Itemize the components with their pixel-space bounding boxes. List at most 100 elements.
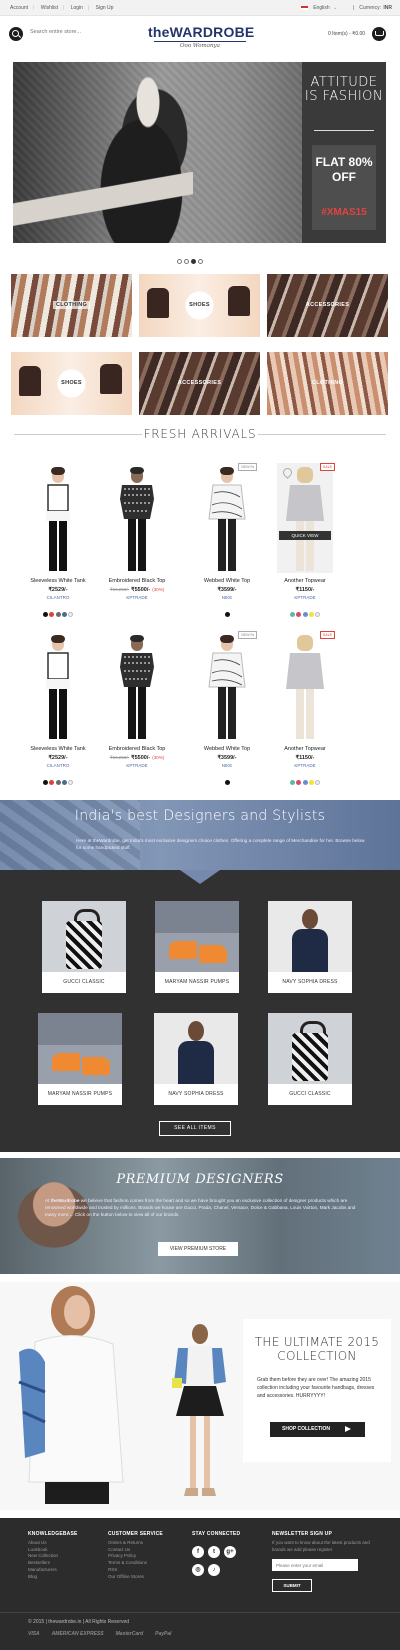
hero-banner[interactable]: ATTITUDE IS FASHION FLAT 80% OFF #XMAS15 <box>13 62 386 243</box>
product-brand[interactable]: KPTRADE <box>275 595 335 600</box>
designer-card[interactable]: NAVY SOPHIA DRESS <box>154 1013 238 1105</box>
rss-icon[interactable]: ♪ <box>208 1564 220 1576</box>
google-plus-icon[interactable]: g+ <box>224 1546 236 1558</box>
product-card[interactable]: NEW IN Webbed White Top ₹3599/- NIKE <box>197 463 257 617</box>
product-image[interactable] <box>30 631 86 741</box>
product-brand[interactable]: NIKE <box>197 595 257 600</box>
login-link[interactable]: Login <box>71 5 83 11</box>
currency-select[interactable]: INR <box>383 5 392 11</box>
category-tile-accessories[interactable]: ACCESSORIES <box>267 274 388 337</box>
search-icon[interactable] <box>9 27 23 41</box>
product-name[interactable]: Another Topwear <box>275 578 335 584</box>
designer-card[interactable]: NAVY SOPHIA DRESS <box>268 901 352 993</box>
account-link[interactable]: Account <box>10 5 28 11</box>
product-brand[interactable]: NIKE <box>197 763 257 768</box>
product-image[interactable]: NEW IN <box>199 631 257 741</box>
color-swatch[interactable] <box>43 612 49 617</box>
product-card[interactable]: SALE QUICK VIEW Another Topwear ₹1150/- KPTR… <box>275 463 335 617</box>
footer-link[interactable]: Manufacturers <box>28 1567 78 1574</box>
designer-card-label[interactable]: NAVY SOPHIA DRESS <box>268 972 352 993</box>
color-swatch[interactable] <box>308 780 314 785</box>
product-card[interactable]: Embroidered Black Top ₹16,258/- ₹5500/- (30… <box>107 631 167 778</box>
product-name[interactable]: Webbed White Top <box>197 746 257 752</box>
designer-card-image[interactable] <box>155 901 239 972</box>
product-image[interactable] <box>109 631 165 741</box>
color-swatch[interactable] <box>49 780 55 785</box>
footer-link[interactable]: Privacy Policy <box>108 1553 163 1560</box>
newsletter-email-input[interactable] <box>272 1559 358 1572</box>
product-image[interactable]: NEW IN <box>199 463 257 573</box>
product-brand[interactable]: KPTRADE <box>275 763 335 768</box>
language-select[interactable]: English <box>313 5 329 11</box>
category-tile-clothing[interactable]: CLOTHING <box>11 274 132 337</box>
designer-card-image[interactable] <box>38 1013 122 1084</box>
designer-card[interactable]: MARYAM NASSIR PUMPS <box>155 901 239 993</box>
cart-icon[interactable] <box>372 27 386 41</box>
color-swatch[interactable] <box>296 780 302 785</box>
product-brand[interactable]: KPTRADE <box>107 763 167 768</box>
product-image[interactable] <box>109 463 165 573</box>
designer-card[interactable]: GUCCI CLASSIC <box>42 901 126 993</box>
carousel-dot-active[interactable] <box>191 259 196 264</box>
color-swatch[interactable] <box>224 612 230 617</box>
color-swatch[interactable] <box>55 612 61 617</box>
signup-link[interactable]: Sign Up <box>96 5 114 11</box>
color-swatch[interactable] <box>61 612 67 617</box>
wishlist-link[interactable]: Wishlist <box>41 5 58 11</box>
color-swatch[interactable] <box>296 612 302 617</box>
footer-link[interactable]: Lookbook <box>28 1547 78 1554</box>
color-swatch[interactable] <box>49 612 55 617</box>
color-swatch[interactable] <box>67 612 73 617</box>
twitter-icon[interactable]: t <box>208 1546 220 1558</box>
product-name[interactable]: Sleeveless White Tank <box>28 578 88 584</box>
footer-link[interactable]: Bestsellers <box>28 1560 78 1567</box>
color-swatch[interactable] <box>290 612 296 617</box>
color-swatch[interactable] <box>67 780 73 785</box>
designer-card-label[interactable]: GUCCI CLASSIC <box>268 1084 352 1105</box>
product-card[interactable]: NEW IN Webbed White Top ₹3599/- NIKE <box>197 631 257 785</box>
site-logo[interactable]: theWARDROBE Ooo Womanya <box>148 24 254 49</box>
product-card[interactable]: Sleeveless White Tank ₹2529/- CILANTRO <box>28 463 88 617</box>
see-all-items-button[interactable]: SEE ALL ITEMS <box>159 1121 231 1136</box>
footer-link[interactable]: RSS <box>108 1567 163 1574</box>
color-swatch[interactable] <box>314 780 320 785</box>
product-card[interactable]: SALE Another Topwear ₹1150/- KPTRADE <box>275 631 335 785</box>
designer-card-image[interactable] <box>154 1013 238 1084</box>
color-swatch[interactable] <box>302 780 308 785</box>
facebook-icon[interactable]: f <box>192 1546 204 1558</box>
product-image[interactable]: SALE QUICK VIEW <box>277 463 335 573</box>
product-image[interactable] <box>30 463 86 573</box>
category-tile-accessories[interactable]: ACCESSORIES <box>139 352 260 415</box>
product-brand[interactable]: KPTRADE <box>107 595 167 600</box>
color-swatch[interactable] <box>61 780 67 785</box>
carousel-dot[interactable] <box>184 259 189 264</box>
color-swatch[interactable] <box>43 780 49 785</box>
view-premium-store-button[interactable]: VIEW PREMIUM STORE <box>158 1242 238 1256</box>
product-card[interactable]: Sleeveless White Tank ₹2529/- CILANTRO <box>28 631 88 785</box>
designer-card-image[interactable] <box>42 901 126 972</box>
product-brand[interactable]: CILANTRO <box>28 595 88 600</box>
designer-card-label[interactable]: GUCCI CLASSIC <box>42 972 126 993</box>
carousel-dot[interactable] <box>177 259 182 264</box>
color-swatch[interactable] <box>302 612 308 617</box>
quick-view-button[interactable]: QUICK VIEW <box>279 531 331 540</box>
footer-link[interactable]: About Us <box>28 1540 78 1547</box>
search-input[interactable] <box>30 29 115 35</box>
designer-card-label[interactable]: NAVY SOPHIA DRESS <box>154 1084 238 1105</box>
product-name[interactable]: Webbed White Top <box>197 578 257 584</box>
footer-link[interactable]: Our Offline Stores <box>108 1574 163 1581</box>
cart-summary[interactable]: 0 Item(s) - ₹0.00 <box>328 31 365 37</box>
carousel-dot[interactable] <box>198 259 203 264</box>
designer-card-label[interactable]: MARYAM NASSIR PUMPS <box>155 972 239 993</box>
category-tile-clothing[interactable]: CLOTHING <box>267 352 388 415</box>
shop-collection-button[interactable]: SHOP COLLECTION <box>270 1422 365 1437</box>
designer-card[interactable]: MARYAM NASSIR PUMPS <box>38 1013 122 1105</box>
footer-link[interactable]: Orders & Returns <box>108 1540 163 1547</box>
designer-card-image[interactable] <box>268 901 352 972</box>
color-swatch[interactable] <box>55 780 61 785</box>
product-card[interactable]: Embroidered Black Top ₹16,258/- ₹5500/- (30… <box>107 463 167 610</box>
product-name[interactable]: Another Topwear <box>275 746 335 752</box>
color-swatch[interactable] <box>308 612 314 617</box>
designer-card-image[interactable] <box>268 1013 352 1084</box>
footer-link[interactable]: Terms & Conditions <box>108 1560 163 1567</box>
